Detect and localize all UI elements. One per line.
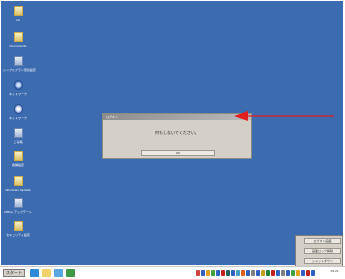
tray-icon[interactable] xyxy=(301,270,305,276)
desktop-icon[interactable]: ネットワーク xyxy=(3,104,33,120)
tray-icon[interactable] xyxy=(286,270,290,276)
desktop-icon-label: セキュリティ設定 xyxy=(6,233,30,237)
desktop-icon[interactable]: Office アップデート xyxy=(3,198,33,214)
desktop-icon-label: ネットワーク xyxy=(8,116,27,120)
recycle-bin-icon xyxy=(13,128,23,138)
computer-icon xyxy=(13,56,23,66)
shutdown-button[interactable]: シャットダウン xyxy=(304,258,341,264)
tray-popup-menu: ログオン画面 画面ロック解除 シャットダウン xyxy=(295,235,343,267)
tray-icon[interactable] xyxy=(266,270,270,276)
tray-icon[interactable] xyxy=(251,270,255,276)
desktop-icon-label: ごみ箱 xyxy=(13,140,23,144)
tray-icon[interactable] xyxy=(236,270,240,276)
tray-icon[interactable] xyxy=(281,270,285,276)
tray-icon[interactable] xyxy=(306,270,310,276)
tray-icon[interactable] xyxy=(201,270,205,276)
folder-icon xyxy=(13,6,23,16)
logon-dialog: ログオン 何もしないでください。 OK xyxy=(102,113,252,159)
tray-icon[interactable] xyxy=(291,270,295,276)
tray-icon[interactable] xyxy=(216,270,220,276)
tray-icon[interactable] xyxy=(276,270,280,276)
desktop: Ist Documents シンプルプラン環境設定 ネットワーク ネットワーク … xyxy=(1,1,343,267)
folder-icon xyxy=(13,176,23,186)
desktop-icon-label: Documents xyxy=(9,44,27,48)
tray-icon[interactable] xyxy=(206,270,210,276)
network-icon xyxy=(13,80,23,90)
desktop-icon[interactable]: Windows Update xyxy=(3,176,33,192)
tray-icon[interactable] xyxy=(241,270,245,276)
folder-icon[interactable] xyxy=(42,269,51,277)
tray-icon[interactable] xyxy=(261,270,265,276)
desktop-icon-label: ネットワーク xyxy=(8,92,27,96)
folder-icon xyxy=(13,32,23,42)
ok-button[interactable]: OK xyxy=(141,150,215,156)
desktop-icon[interactable]: ネットワーク xyxy=(3,80,33,96)
desktop-icon-label: Windows Update xyxy=(5,188,31,192)
desktop-icon-label: Office アップデート xyxy=(4,210,32,214)
tray-icon[interactable] xyxy=(296,270,300,276)
taskbar: スタート 18:21 xyxy=(0,266,345,279)
desktop-icon[interactable]: セキュリティ設定 xyxy=(3,221,33,237)
dialog-title: ログオン xyxy=(103,114,251,120)
tray-icon[interactable] xyxy=(211,270,215,276)
desktop-icon[interactable]: Documents xyxy=(3,32,33,48)
desktop-icon[interactable]: シンプルプラン環境設定 xyxy=(3,56,36,72)
logon-screen-button[interactable]: ログオン画面 xyxy=(304,238,341,244)
folder-icon xyxy=(13,221,23,231)
desktop-icon[interactable]: Ist xyxy=(3,6,33,22)
mail-icon[interactable] xyxy=(54,269,63,277)
desktop-icon-label: Ist xyxy=(16,18,20,22)
tray-icon[interactable] xyxy=(246,270,250,276)
dialog-message: 何もしないでください。 xyxy=(155,130,199,135)
tray-icon[interactable] xyxy=(231,270,235,276)
tray-icon[interactable] xyxy=(226,270,230,276)
desktop-icon[interactable]: 各種設定 xyxy=(3,151,33,167)
tray-icon[interactable] xyxy=(311,270,315,276)
tray-icon[interactable] xyxy=(221,270,225,276)
desktop-icon-label: 各種設定 xyxy=(11,163,24,167)
desktop-icon[interactable]: ごみ箱 xyxy=(3,128,33,144)
computer-icon xyxy=(13,198,23,208)
network-icon xyxy=(13,104,23,114)
app-icon[interactable] xyxy=(66,269,75,277)
red-arrow-annotation xyxy=(234,111,334,121)
tray-icon[interactable] xyxy=(256,270,260,276)
system-tray xyxy=(196,270,315,277)
clock[interactable]: 18:21 xyxy=(326,269,343,273)
desktop-icon-label: シンプルプラン環境設定 xyxy=(3,68,36,72)
folder-icon xyxy=(13,151,23,161)
unlock-button[interactable]: 画面ロック解除 xyxy=(304,248,341,254)
tray-icon[interactable] xyxy=(271,270,275,276)
start-button[interactable]: スタート xyxy=(3,269,25,277)
ie-icon[interactable] xyxy=(30,269,39,277)
tray-icon[interactable] xyxy=(196,270,200,276)
